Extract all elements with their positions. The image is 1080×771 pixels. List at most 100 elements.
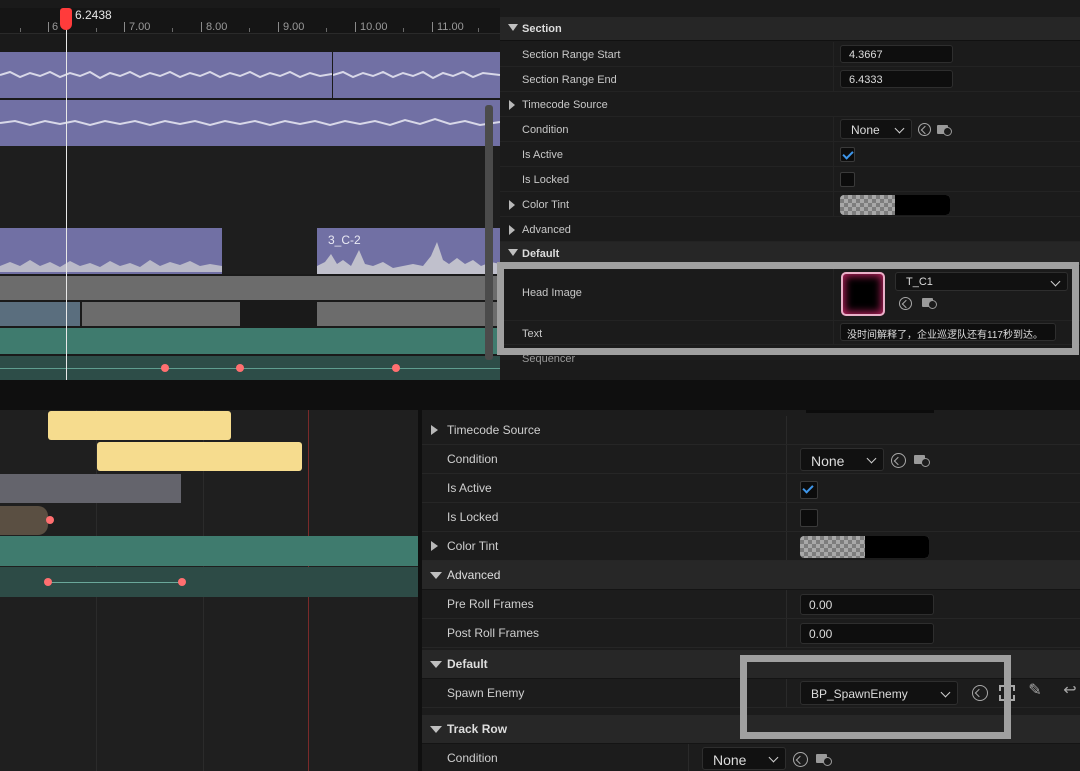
collapse-arrow-icon <box>509 200 515 210</box>
section-bar[interactable] <box>82 302 240 326</box>
ruler-tick <box>432 22 433 32</box>
property-timecode-source[interactable]: Timecode Source <box>500 92 1080 117</box>
event-section-clip[interactable] <box>48 411 231 440</box>
event-track-bar[interactable] <box>0 536 418 566</box>
property-label: Condition <box>447 751 498 765</box>
property-advanced[interactable]: Advanced <box>500 217 1080 242</box>
category-section[interactable]: Section <box>500 17 1080 41</box>
property-label: Pre Roll Frames <box>447 597 534 611</box>
audio-clip[interactable] <box>0 100 500 146</box>
ruler-subtick <box>478 28 479 32</box>
property-color-tint[interactable]: Color Tint <box>500 192 1080 217</box>
browse-folder-icon[interactable] <box>816 751 832 766</box>
playhead-time: 6.2438 <box>75 8 112 22</box>
category-advanced[interactable]: Advanced <box>422 561 1080 590</box>
section-bar[interactable] <box>0 276 500 300</box>
collapse-arrow-icon <box>509 100 515 110</box>
property-label: Condition <box>522 124 569 136</box>
ruler-tick <box>124 22 125 32</box>
section-bar[interactable] <box>317 302 500 326</box>
section-range-start-input[interactable]: 4.3667 <box>840 45 953 63</box>
property-timecode-source[interactable]: Timecode Source <box>422 416 1080 445</box>
ruler-tick <box>48 22 49 32</box>
column-divider <box>786 503 787 531</box>
keyframe-dot[interactable] <box>44 578 52 586</box>
pre-roll-frames-input[interactable]: 0.00 <box>800 594 934 615</box>
playhead-line[interactable] <box>66 20 67 380</box>
column-divider <box>833 67 834 91</box>
use-selected-arrow-icon[interactable] <box>793 752 808 767</box>
property-label: Color Tint <box>447 539 499 553</box>
reset-arrow-icon[interactable]: ↩ <box>1062 683 1078 701</box>
audio-clip[interactable]: 3_C-2 <box>317 228 500 274</box>
eyedropper-icon[interactable]: ✎ <box>1027 683 1043 701</box>
browse-folder-icon[interactable] <box>914 452 930 467</box>
column-divider <box>688 744 689 771</box>
property-label: Post Roll Frames <box>447 626 540 640</box>
color-tint-swatch[interactable] <box>800 536 929 558</box>
ruler-tick-label: 9.00 <box>283 21 305 33</box>
dropdown-value: None <box>713 752 747 768</box>
is-locked-checkbox[interactable] <box>800 509 818 527</box>
section-bar[interactable] <box>0 302 80 326</box>
post-roll-frames-input[interactable]: 0.00 <box>800 623 934 644</box>
empty-track[interactable] <box>222 228 317 274</box>
vertical-scrollbar[interactable] <box>485 105 493 360</box>
column-divider <box>833 142 834 166</box>
is-active-checkbox[interactable] <box>840 147 855 162</box>
chevron-down-icon <box>768 752 779 763</box>
property-label: Color Tint <box>522 199 570 211</box>
column-divider <box>786 416 787 444</box>
property-pre-roll-frames: Pre Roll Frames 0.00 <box>422 590 1080 619</box>
ruler-subtick <box>249 28 250 32</box>
property-is-locked: Is Locked <box>422 503 1080 532</box>
color-tint-swatch[interactable] <box>840 195 950 215</box>
column-divider <box>833 117 834 141</box>
keyframe-dot[interactable] <box>46 516 54 524</box>
is-locked-checkbox[interactable] <box>840 172 855 187</box>
category-label: Default <box>447 657 488 671</box>
dropdown-value: None <box>851 123 880 137</box>
section-bar[interactable] <box>0 506 48 535</box>
section-bar[interactable] <box>0 474 181 503</box>
property-label: Advanced <box>522 224 571 236</box>
condition-dropdown[interactable]: None <box>840 119 912 139</box>
keyframe-dot[interactable] <box>236 364 244 372</box>
audio-clip[interactable] <box>0 228 222 274</box>
property-label: Spawn Enemy <box>447 686 525 700</box>
column-divider <box>786 532 787 560</box>
category-label: Advanced <box>447 568 501 582</box>
column-divider <box>833 42 834 66</box>
property-color-tint[interactable]: Color Tint <box>422 532 1080 561</box>
is-active-checkbox[interactable] <box>800 481 818 499</box>
keyframe-dot[interactable] <box>161 364 169 372</box>
chevron-down-icon <box>894 123 905 134</box>
sequencer-timeline-top[interactable]: 6 7.00 8.00 9.00 10.00 11.00 3_C-2 6.243… <box>0 0 500 380</box>
audio-clip[interactable] <box>333 52 500 98</box>
empty-track[interactable] <box>0 146 500 228</box>
column-divider <box>786 619 787 647</box>
use-selected-arrow-icon[interactable] <box>891 453 906 468</box>
playhead-handle[interactable] <box>60 8 72 30</box>
keyframe-dot[interactable] <box>178 578 186 586</box>
property-label: Timecode Source <box>522 99 608 111</box>
expand-arrow-icon <box>508 249 518 256</box>
browse-folder-icon[interactable] <box>937 122 952 136</box>
audio-clip[interactable] <box>0 52 332 98</box>
ruler-tick-label: 10.00 <box>360 21 388 33</box>
property-label: Is Locked <box>447 510 499 524</box>
property-section-range-start: Section Range Start 4.3667 <box>500 42 1080 67</box>
property-label: Is Locked <box>522 174 570 186</box>
expand-arrow-icon <box>430 572 442 579</box>
track-condition-dropdown[interactable]: None <box>702 747 786 770</box>
event-section-clip[interactable] <box>97 442 302 471</box>
audio-waveform <box>333 70 500 80</box>
keyframe-dot[interactable] <box>392 364 400 372</box>
section-range-end-input[interactable]: 6.4333 <box>840 70 953 88</box>
condition-dropdown[interactable]: None <box>800 448 884 471</box>
event-track-bar[interactable] <box>0 328 500 354</box>
sequencer-timeline-bottom[interactable] <box>0 410 418 771</box>
audio-waveform <box>0 260 222 272</box>
use-selected-arrow-icon[interactable] <box>918 123 931 136</box>
ruler-tick-label: 8.00 <box>206 21 228 33</box>
